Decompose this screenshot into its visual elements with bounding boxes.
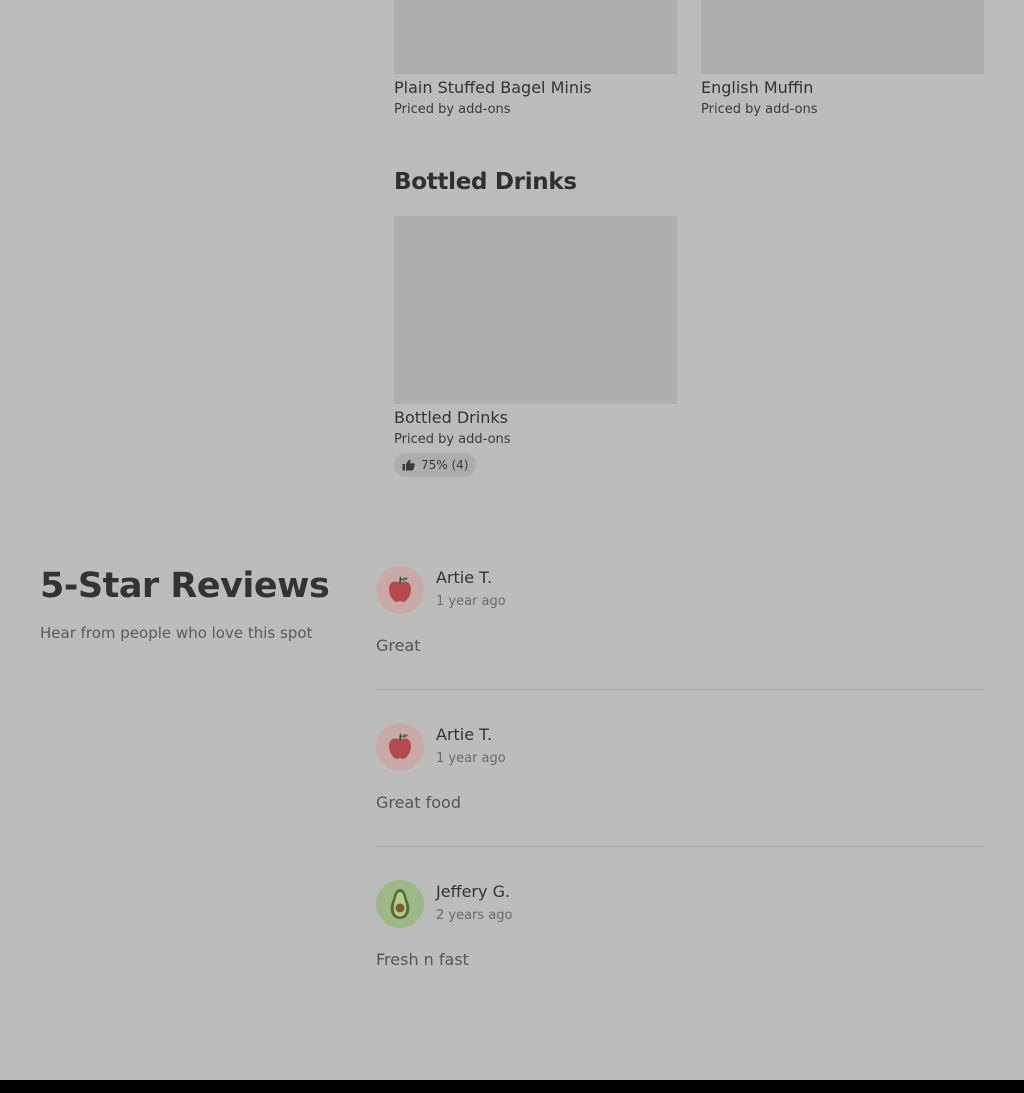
review-text: Great	[376, 636, 421, 655]
reviewer-avatar	[376, 723, 424, 771]
item-image[interactable]	[394, 0, 677, 74]
reviewer-name: Jeffery G.	[436, 882, 511, 901]
apple-icon	[386, 732, 414, 762]
avocado-icon	[387, 887, 413, 921]
review-age: 2 years ago	[436, 908, 513, 923]
review-text: Fresh n fast	[376, 950, 469, 969]
footer	[0, 1080, 1024, 1093]
thumbs-up-icon	[402, 459, 415, 471]
reviewer-avatar	[376, 566, 424, 614]
review-age: 1 year ago	[436, 751, 506, 766]
section-title: Bottled Drinks	[394, 169, 577, 195]
apple-icon	[386, 575, 414, 605]
reviewer-name: Artie T.	[436, 725, 493, 744]
item-name[interactable]: Plain Stuffed Bagel Minis	[394, 78, 592, 97]
item-image[interactable]	[701, 0, 984, 74]
item-price: Priced by add-ons	[701, 102, 818, 117]
rating-text: 75% (4)	[421, 458, 469, 472]
reviewer-name: Artie T.	[436, 568, 493, 587]
reviews-title: 5-Star Reviews	[40, 566, 330, 606]
rating-badge: 75% (4)	[394, 453, 477, 477]
review-divider	[376, 689, 984, 690]
review-age: 1 year ago	[436, 594, 506, 609]
item-name[interactable]: Bottled Drinks	[394, 408, 508, 427]
review-divider	[376, 846, 984, 847]
item-image[interactable]	[394, 216, 677, 404]
reviewer-avatar	[376, 880, 424, 928]
review-text: Great food	[376, 793, 461, 812]
item-price: Priced by add-ons	[394, 432, 511, 447]
reviews-subtitle: Hear from people who love this spot	[40, 624, 313, 642]
item-name[interactable]: English Muffin	[701, 78, 813, 97]
item-price: Priced by add-ons	[394, 102, 511, 117]
